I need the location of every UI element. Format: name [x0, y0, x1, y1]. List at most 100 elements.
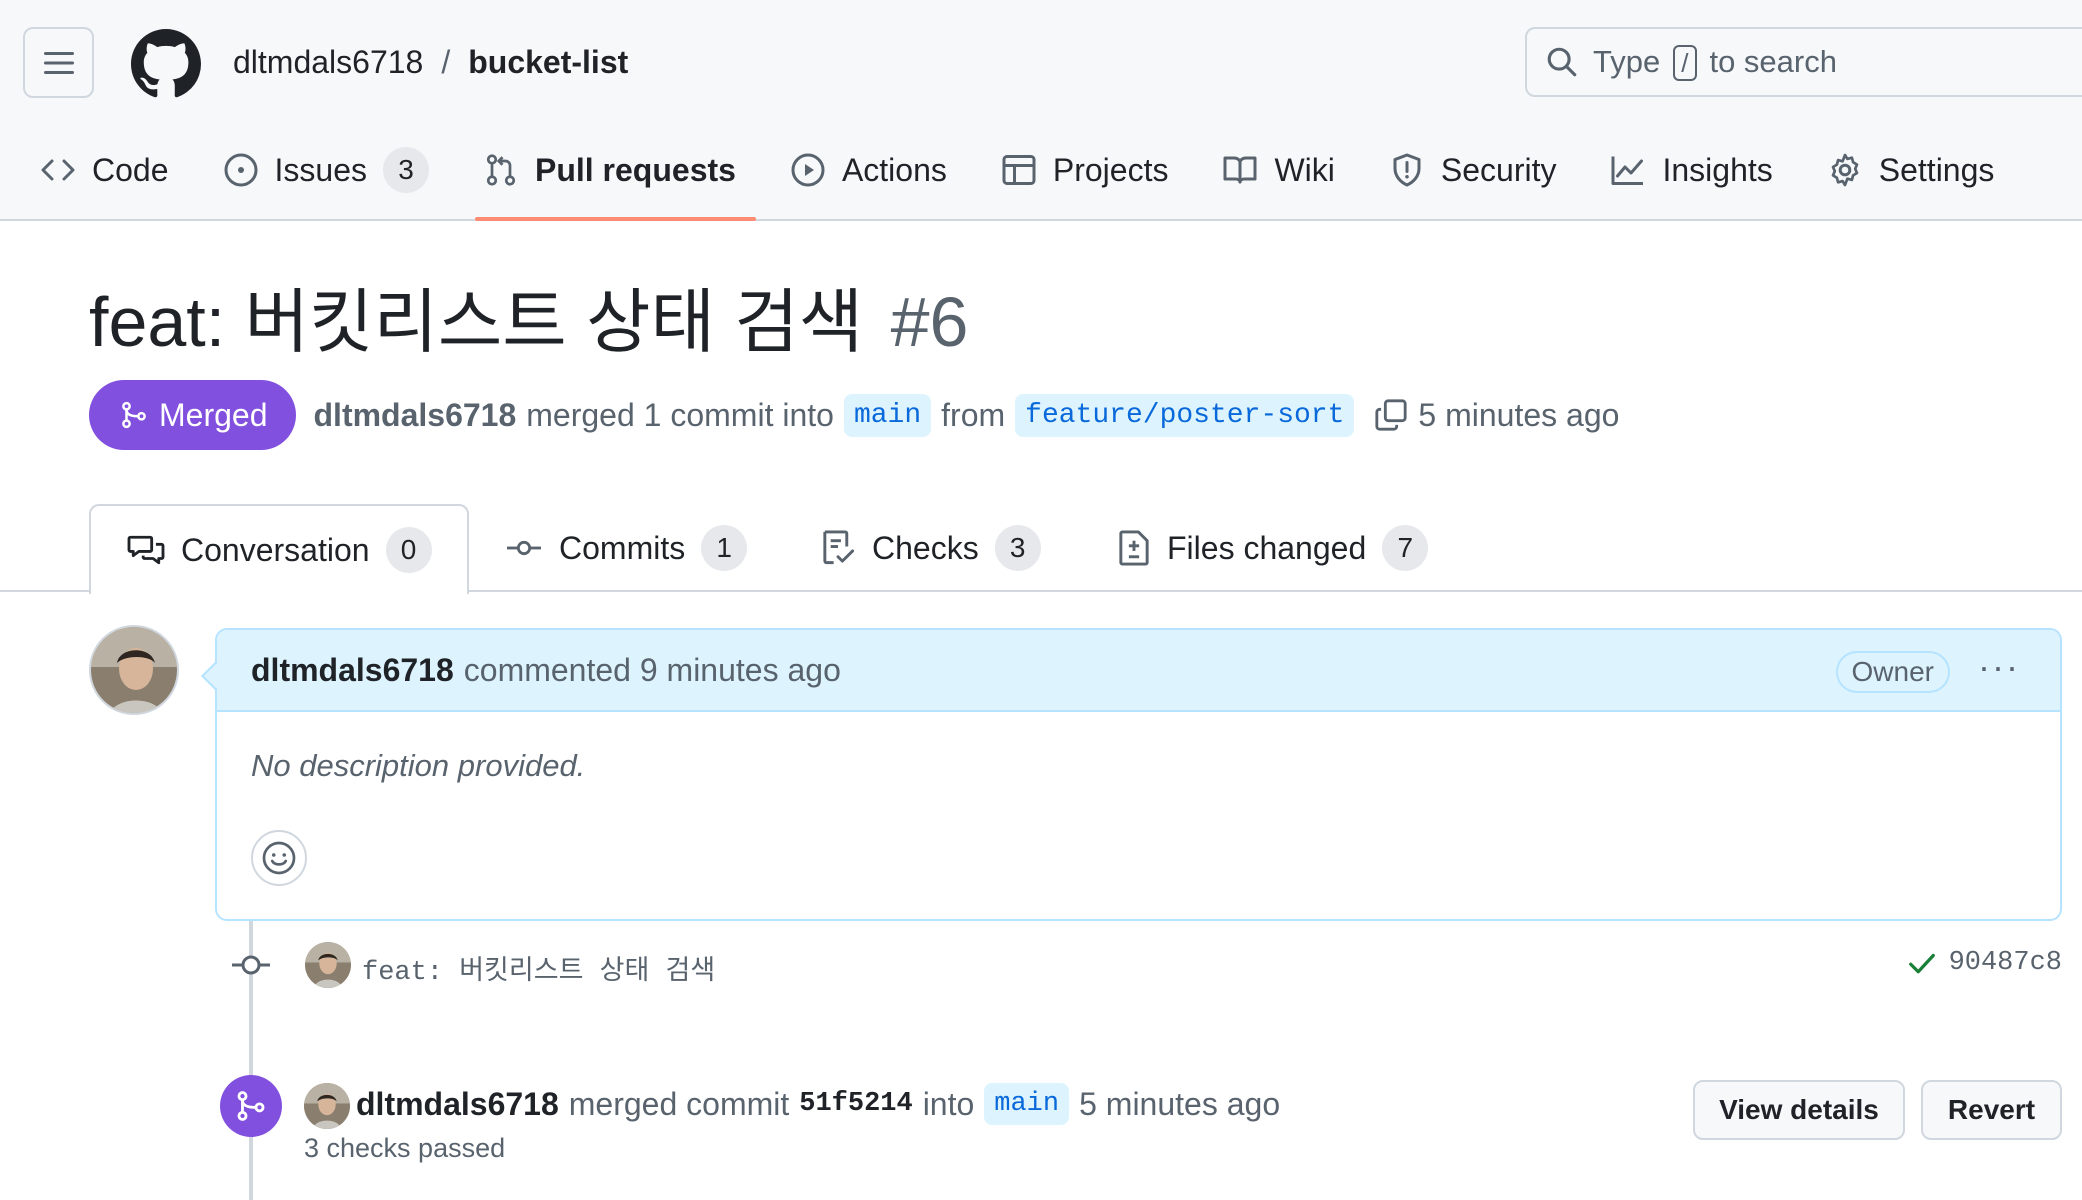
commit-author-avatar[interactable]	[305, 942, 351, 988]
pr-number: #6	[890, 283, 969, 361]
head-branch[interactable]: feature/poster-sort	[1015, 393, 1355, 437]
commit-sha: 90487c8	[1907, 948, 2062, 978]
pr-title-text: feat: 버킷리스트 상태 검색	[89, 283, 864, 361]
from-text: from	[941, 396, 1006, 433]
comment-action: commented 9 minutes ago	[463, 651, 841, 688]
gear-icon	[1831, 153, 1859, 187]
git-commit-icon	[232, 955, 270, 975]
comment-card: dltmdals6718 commented 9 minutes ago Own…	[201, 628, 2062, 921]
tab-issues[interactable]: Issues 3	[203, 135, 449, 205]
user-avatar-image	[304, 1083, 350, 1129]
smiley-icon	[262, 841, 296, 875]
file-diff-icon	[1119, 530, 1149, 566]
git-pull-request-icon	[486, 154, 516, 186]
tab-actions[interactable]: Actions	[770, 135, 967, 205]
play-icon	[791, 153, 825, 187]
git-merge-icon	[122, 401, 146, 429]
files-changed-count: 7	[1382, 525, 1429, 571]
graph-icon	[1611, 156, 1644, 185]
pr-tabs: Conversation 0 Commits 1 Checks 3 Files …	[0, 504, 2082, 594]
repo-header: dltmdals6718 / bucket-list Type / to sea…	[0, 0, 2082, 221]
avatar[interactable]	[89, 625, 179, 715]
hamburger-icon	[43, 51, 74, 74]
comment-author-link[interactable]: dltmdals6718	[251, 652, 454, 689]
merge-into-text: into	[922, 1085, 975, 1122]
add-reaction-button[interactable]	[251, 830, 307, 886]
tab-pull-requests-label: Pull requests	[534, 151, 736, 188]
tab-files-changed-label: Files changed	[1167, 529, 1367, 566]
merge-event: dltmdals6718 merged commit 51f5214 into …	[220, 1075, 2062, 1175]
checklist-icon	[823, 530, 855, 565]
repo-nav: Code Issues 3 Pull requests Actions Proj…	[0, 135, 2028, 221]
tab-files-changed[interactable]: Files changed 7	[1117, 504, 1429, 592]
status-badge-label: Merged	[159, 396, 268, 433]
github-logo-icon[interactable]	[131, 29, 201, 99]
revert-button[interactable]: Revert	[1921, 1080, 2062, 1140]
tab-pull-requests[interactable]: Pull requests	[463, 135, 756, 221]
merge-target-branch[interactable]: main	[984, 1083, 1070, 1125]
tab-actions-label: Actions	[841, 151, 947, 188]
tab-insights[interactable]: Insights	[1590, 135, 1792, 205]
tab-settings[interactable]: Settings	[1807, 135, 2015, 205]
user-avatar-image	[91, 627, 177, 713]
pr-timestamp: 5 minutes ago	[1418, 396, 1620, 433]
tab-checks[interactable]: Checks 3	[820, 504, 1041, 592]
breadcrumb: dltmdals6718 / bucket-list	[233, 40, 628, 84]
tab-commits[interactable]: Commits 1	[505, 504, 748, 592]
search-icon	[1547, 47, 1577, 77]
tab-wiki[interactable]: Wiki	[1202, 135, 1354, 205]
merge-event-badge	[220, 1075, 282, 1137]
tab-wiki-label: Wiki	[1274, 151, 1335, 188]
search-placeholder: Type / to search	[1593, 43, 1837, 81]
merge-author-avatar[interactable]	[304, 1083, 350, 1129]
commits-count: 1	[701, 525, 748, 571]
tab-security-label: Security	[1440, 151, 1557, 188]
tab-code[interactable]: Code	[0, 135, 189, 205]
tab-conversation[interactable]: Conversation 0	[89, 504, 469, 594]
more-options-icon[interactable]: ···	[1978, 646, 2020, 688]
commit-item: feat: 버킷리스트 상태 검색 90487c8	[230, 940, 2062, 990]
pr-author-link[interactable]: dltmdals6718	[314, 397, 517, 434]
conversation-count: 0	[385, 527, 432, 573]
repo-owner-link[interactable]: dltmdals6718	[233, 40, 423, 84]
book-icon	[1223, 156, 1257, 184]
status-badge: Merged	[89, 380, 296, 450]
slash-key: /	[1672, 44, 1697, 81]
table-icon	[1002, 155, 1036, 185]
commit-message-link[interactable]: feat: 버킷리스트 상태 검색	[362, 948, 715, 988]
user-avatar-image	[305, 942, 351, 988]
comment-body: No description provided.	[251, 748, 586, 783]
checks-passed-text: 3 checks passed	[304, 1133, 506, 1163]
tab-commits-label: Commits	[559, 529, 686, 566]
code-icon	[41, 159, 75, 181]
commit-sha-link[interactable]: 90487c8	[1949, 948, 2062, 978]
search-input[interactable]: Type / to search	[1525, 27, 2082, 97]
view-details-button[interactable]: View details	[1693, 1080, 1905, 1140]
tab-conversation-label: Conversation	[181, 531, 370, 568]
tab-security[interactable]: Security	[1369, 135, 1577, 205]
repo-name-link[interactable]: bucket-list	[468, 40, 628, 84]
git-merge-icon	[237, 1091, 265, 1121]
owner-badge: Owner	[1835, 651, 1950, 693]
merge-timestamp: 5 minutes ago	[1079, 1085, 1281, 1122]
tab-projects[interactable]: Projects	[981, 135, 1189, 205]
pr-action-text: merged 1 commit into	[526, 396, 834, 433]
merge-action-text: merged commit	[568, 1085, 790, 1122]
base-branch[interactable]: main	[843, 393, 932, 437]
issues-count: 3	[382, 147, 429, 193]
tab-issues-label: Issues	[274, 151, 367, 188]
copy-icon[interactable]	[1374, 398, 1408, 432]
merge-commit-sha-link[interactable]: 51f5214	[799, 1089, 912, 1119]
check-icon[interactable]	[1907, 948, 1937, 978]
pr-meta: Merged dltmdals6718 merged 1 commit into…	[89, 380, 1619, 450]
issue-opened-icon	[224, 153, 257, 187]
comment-discussion-icon	[127, 535, 165, 565]
tab-projects-label: Projects	[1052, 151, 1169, 188]
tab-insights-label: Insights	[1662, 151, 1773, 188]
git-commit-icon	[507, 540, 541, 556]
merge-author-link[interactable]: dltmdals6718	[356, 1086, 559, 1123]
tab-checks-label: Checks	[872, 529, 979, 566]
merge-event-text: dltmdals6718 merged commit 51f5214 into …	[356, 1083, 1280, 1125]
tab-code-label: Code	[92, 151, 169, 188]
menu-button[interactable]	[23, 27, 94, 98]
